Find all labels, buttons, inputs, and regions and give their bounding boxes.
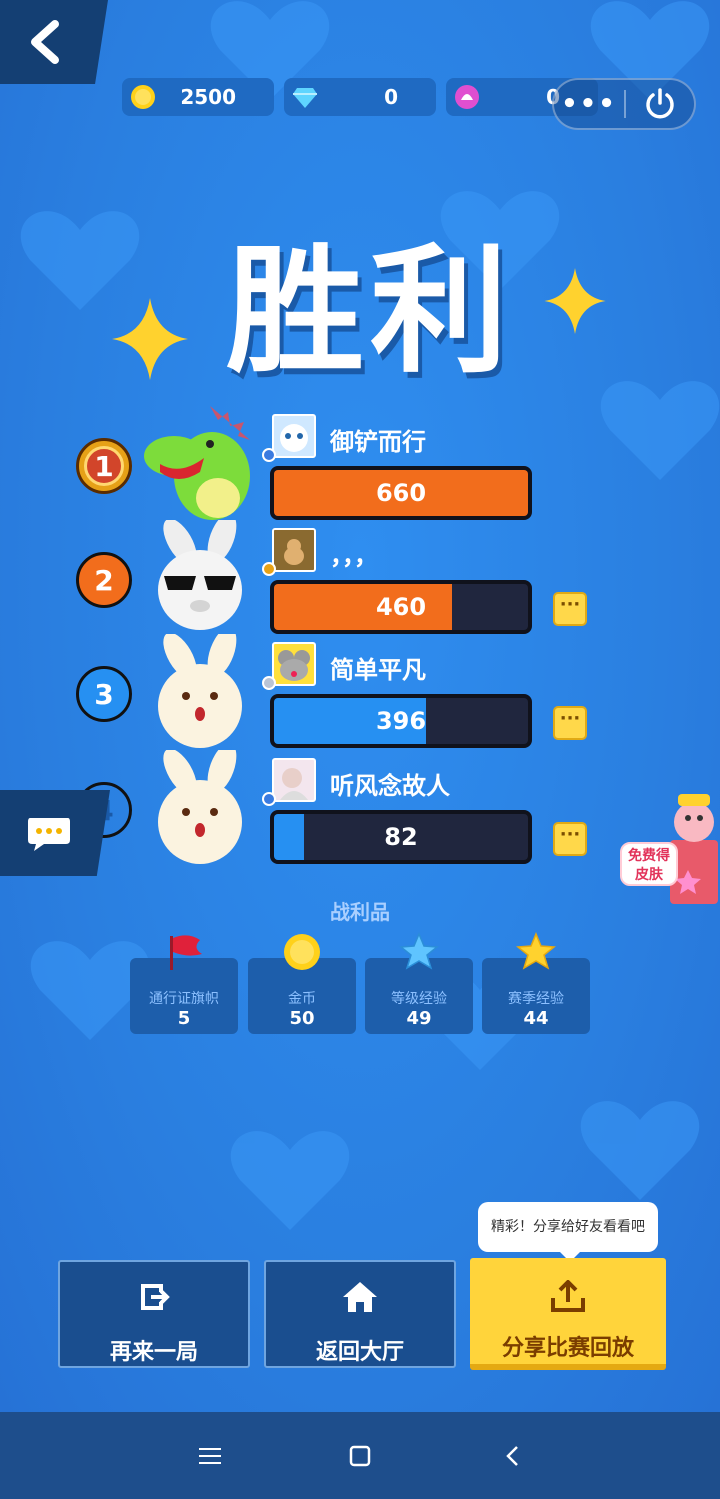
score-bar: 396 (270, 694, 532, 748)
player-row: 4 听风念故人 82 ··· (0, 750, 720, 870)
level-badge-icon (262, 676, 276, 690)
free-skin-promo[interactable]: 免费得皮肤 (618, 780, 720, 908)
sparkle-left-icon (112, 298, 188, 380)
player-avatar[interactable] (272, 758, 316, 802)
menu-button[interactable] (190, 1438, 230, 1474)
score-bar: 660 (270, 466, 532, 520)
share-icon (551, 1280, 585, 1312)
loot-item: 通行证旗帜 5 (130, 935, 238, 1034)
loot-item: 金币 50 (248, 934, 356, 1034)
share-replay-button[interactable]: 分享比赛回放 (470, 1258, 666, 1370)
rank-badge: 3 (76, 666, 132, 722)
loot-title: 战利品 (330, 900, 390, 924)
loot-label: 金币 (288, 991, 316, 1007)
level-badge-icon (262, 792, 276, 806)
gold-coin-icon (284, 934, 320, 970)
more-icon[interactable]: ••• (554, 91, 624, 117)
home-nav-button[interactable] (340, 1438, 380, 1474)
share-replay-label: 分享比赛回放 (501, 1336, 634, 1361)
back-nav-button[interactable] (492, 1438, 532, 1474)
player-avatar[interactable] (272, 414, 316, 458)
player-row: 2 ，，， 460 ··· (0, 520, 720, 640)
rank-number: 2 (94, 563, 114, 597)
chat-bubble-icon (28, 818, 70, 851)
replay-button[interactable]: 再来一局 (58, 1260, 250, 1368)
diamond-icon (293, 88, 317, 108)
player-name: 简单平凡 (330, 656, 426, 684)
score-value: 396 (375, 707, 427, 735)
gold-coin-icon (131, 85, 155, 109)
dinosaur-mascot (144, 406, 250, 520)
replay-label: 再来一局 (109, 1340, 198, 1365)
loot-label: 等级经验 (391, 991, 447, 1007)
gold-coin-balance: 2500 (122, 78, 274, 116)
home-icon (343, 1282, 377, 1312)
flower-icon (455, 85, 479, 109)
chat-button[interactable] (0, 790, 110, 876)
loot-item: 赛季经验 44 (482, 932, 590, 1034)
loot-item: 等级经验 49 (365, 932, 473, 1034)
sparkle-right-icon (544, 268, 606, 334)
player-row: 1 御铲而行 660 (0, 406, 720, 526)
score-bar: 460 (270, 580, 532, 634)
power-icon (646, 88, 674, 119)
system-navigation-bar (0, 1412, 720, 1499)
level-badge-icon (262, 562, 276, 576)
score-value: 460 (375, 593, 427, 621)
rank-badge: 1 (76, 438, 132, 494)
gold-coin-value: 2500 (180, 85, 236, 109)
power-button[interactable] (626, 87, 694, 121)
player-options-button[interactable]: ··· (553, 706, 587, 740)
player-avatar[interactable] (272, 642, 316, 686)
free-skin-label: 免费得皮肤 (620, 842, 678, 886)
player-name: 听风念故人 (330, 772, 450, 800)
player-options-button[interactable]: ··· (553, 822, 587, 856)
rank-badge: 2 (76, 552, 132, 608)
player-options-button[interactable]: ··· (553, 592, 587, 626)
share-tooltip: 精彩！分享给好友看看吧 (478, 1202, 658, 1262)
bunny-mascot (158, 634, 242, 748)
square-icon (349, 1445, 371, 1467)
diamond-balance: 0 (284, 78, 436, 116)
loot-label: 通行证旗帜 (149, 991, 219, 1007)
player-row: 3 简单平凡 396 ··· (0, 634, 720, 754)
bunny-sunglasses-mascot (158, 520, 242, 630)
loot-label: 赛季经验 (508, 991, 564, 1007)
loot-value: 50 (289, 1008, 315, 1029)
lobby-label: 返回大厅 (315, 1340, 404, 1365)
rank-number: 1 (94, 449, 114, 483)
loot-value: 5 (177, 1008, 191, 1029)
blue-star-icon (399, 932, 439, 970)
back-arrow-icon (506, 1446, 518, 1466)
loot-value: 44 (523, 1008, 549, 1029)
player-name: 御铲而行 (330, 428, 426, 456)
victory-title: 胜利 (225, 231, 514, 392)
replay-icon (141, 1284, 170, 1310)
level-badge-icon (262, 448, 276, 462)
bunny-mascot (158, 750, 242, 864)
score-bar: 82 (270, 810, 532, 864)
yellow-star-icon (516, 932, 556, 970)
chevron-left-icon (31, 20, 59, 64)
loot-value: 49 (406, 1008, 432, 1029)
player-name: ，，， (330, 542, 378, 570)
score-value: 660 (375, 479, 427, 507)
back-button[interactable] (0, 0, 108, 84)
score-value: 82 (384, 823, 418, 851)
diamond-value: 0 (384, 85, 398, 109)
player-avatar[interactable] (272, 528, 316, 572)
miniapp-capsule: ••• (552, 78, 696, 130)
menu-icon (199, 1448, 221, 1464)
flag-icon (170, 935, 202, 970)
lobby-button[interactable]: 返回大厅 (264, 1260, 456, 1368)
rank-number: 3 (94, 677, 114, 711)
